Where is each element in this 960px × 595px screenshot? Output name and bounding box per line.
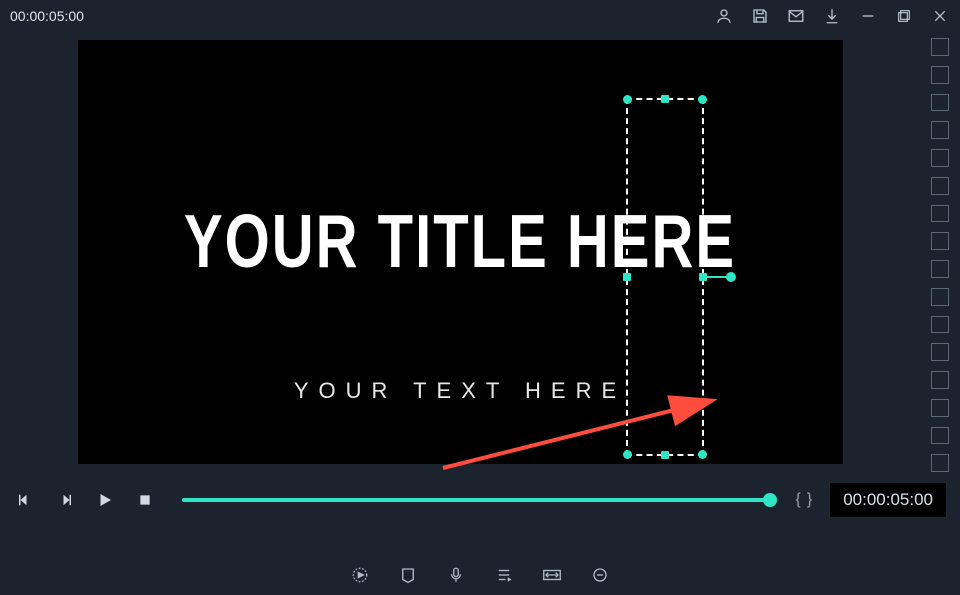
strip-slot[interactable]: [931, 149, 949, 167]
resize-handle-bl[interactable]: [623, 450, 632, 459]
subtitle-text[interactable]: YOUR TEXT HERE: [294, 378, 626, 404]
mail-icon[interactable]: [786, 6, 806, 26]
next-frame-button[interactable]: [54, 489, 76, 511]
timecode-right: 00:00:05:00: [830, 483, 946, 517]
microphone-icon[interactable]: [444, 563, 468, 587]
strip-slot[interactable]: [931, 66, 949, 84]
right-tool-strip: [920, 32, 960, 472]
strip-slot[interactable]: [931, 205, 949, 223]
play-button[interactable]: [94, 489, 116, 511]
stop-button[interactable]: [134, 489, 156, 511]
marker-icon[interactable]: [396, 563, 420, 587]
render-icon[interactable]: [348, 563, 372, 587]
strip-slot[interactable]: [931, 177, 949, 195]
marker-braces: { }: [796, 491, 813, 509]
resize-handle-tc[interactable]: [661, 95, 669, 103]
top-bar: 00:00:05:00: [0, 0, 960, 32]
prev-frame-button[interactable]: [14, 489, 36, 511]
marker-in-icon[interactable]: {: [796, 491, 801, 509]
window-controls: [714, 6, 950, 26]
resize-handle-tl[interactable]: [623, 95, 632, 104]
save-icon[interactable]: [750, 6, 770, 26]
profile-icon[interactable]: [714, 6, 734, 26]
selection-box[interactable]: [626, 98, 704, 456]
marker-out-icon[interactable]: }: [807, 491, 812, 509]
strip-slot[interactable]: [931, 94, 949, 112]
download-icon[interactable]: [822, 6, 842, 26]
resize-handle-bc[interactable]: [661, 451, 669, 459]
strip-slot[interactable]: [931, 343, 949, 361]
strip-slot[interactable]: [931, 260, 949, 278]
zoom-out-icon[interactable]: [588, 563, 612, 587]
resize-handle-ml[interactable]: [623, 273, 631, 281]
strip-slot[interactable]: [931, 399, 949, 417]
preview-canvas[interactable]: YOUR TITLE HERE YOUR TEXT HERE: [78, 40, 843, 464]
strip-slot[interactable]: [931, 427, 949, 445]
main-area: YOUR TITLE HERE YOUR TEXT HERE: [0, 32, 960, 472]
preview-wrapper: YOUR TITLE HERE YOUR TEXT HERE: [0, 32, 920, 472]
properties-icon[interactable]: [492, 563, 516, 587]
bottom-toolbar: [0, 555, 960, 595]
strip-slot[interactable]: [931, 288, 949, 306]
progress-bar[interactable]: [182, 498, 770, 502]
strip-slot[interactable]: [931, 232, 949, 250]
resize-handle-br[interactable]: [698, 450, 707, 459]
strip-slot[interactable]: [931, 454, 949, 472]
strip-slot[interactable]: [931, 121, 949, 139]
strip-slot[interactable]: [931, 371, 949, 389]
rotation-handle[interactable]: [726, 272, 736, 282]
strip-slot[interactable]: [931, 38, 949, 56]
maximize-icon[interactable]: [894, 6, 914, 26]
timecode-display: 00:00:05:00: [10, 8, 84, 24]
fit-width-icon[interactable]: [540, 563, 564, 587]
resize-handle-tr[interactable]: [698, 95, 707, 104]
player-bar: { } 00:00:05:00: [0, 472, 960, 528]
minimize-icon[interactable]: [858, 6, 878, 26]
close-icon[interactable]: [930, 6, 950, 26]
strip-slot[interactable]: [931, 316, 949, 334]
progress-thumb[interactable]: [763, 493, 777, 507]
